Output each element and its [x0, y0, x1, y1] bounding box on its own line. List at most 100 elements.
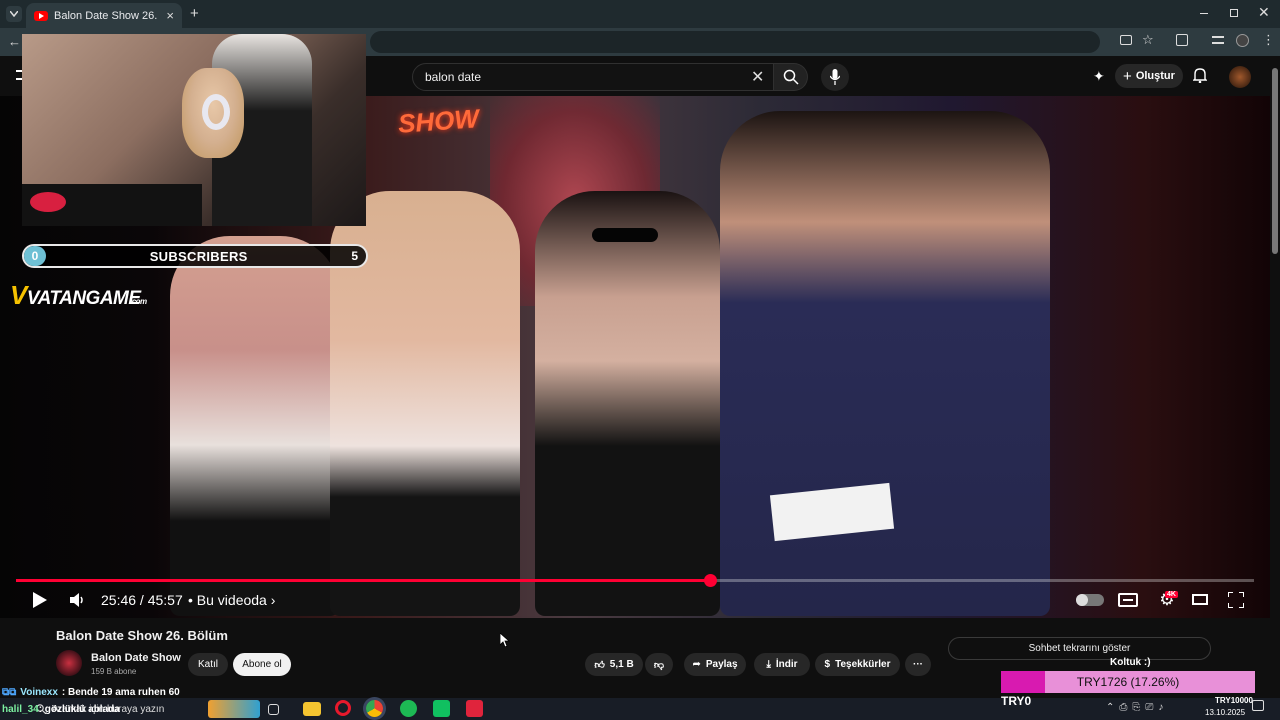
voice-search-button[interactable] — [821, 63, 849, 91]
microphone-icon — [830, 69, 840, 85]
channel-subscriber-count: 159 B abone — [91, 667, 137, 676]
progress-fill — [16, 579, 711, 582]
task-view-icon[interactable] — [268, 704, 279, 715]
dislike-button[interactable]: 👎︎ — [645, 653, 673, 676]
cast-icon[interactable] — [1120, 35, 1132, 45]
browser-menu-icon[interactable]: ⋮ — [1262, 32, 1275, 48]
play-icon — [33, 592, 47, 608]
chat-message: ⧉⧉ Voinexx : Bende 19 ama ruhen 60 — [2, 687, 180, 698]
thumbs-down-icon: 👎︎ — [653, 659, 665, 671]
file-explorer-icon[interactable] — [303, 702, 321, 716]
headphones — [202, 94, 230, 130]
theater-mode-button[interactable] — [1192, 594, 1208, 605]
spotify-icon[interactable] — [400, 700, 417, 717]
video-title: Balon Date Show 26. Bölüm — [56, 628, 228, 643]
chevron-down-icon — [10, 11, 18, 17]
thumbs-up-icon: 👍︎ — [594, 659, 605, 671]
share-button[interactable]: ➦ Paylaş — [684, 653, 746, 676]
discord-like-app-icon[interactable] — [433, 700, 450, 717]
subtitles-icon — [1123, 599, 1133, 601]
browser-tab-strip: Balon Date Show 26. Bölüm - YouTube × + … — [0, 0, 1280, 28]
fullscreen-icon — [1228, 592, 1244, 608]
tray-icons[interactable]: ⌃⎙⎘⎚♪ — [1106, 702, 1168, 713]
tab-close-button[interactable]: × — [166, 8, 174, 23]
browser-tab[interactable]: Balon Date Show 26. Bölüm - YouTube × — [26, 3, 182, 28]
minimize-button[interactable] — [1200, 13, 1208, 14]
download-icon: ⤓ — [766, 659, 771, 670]
mouse — [30, 192, 66, 212]
new-tab-button[interactable]: + — [190, 5, 199, 22]
fullscreen-button[interactable] — [1228, 592, 1244, 608]
subscribers-goal-bar: 0 SUBSCRIBERS 5 — [22, 244, 368, 268]
restore-button[interactable] — [1230, 9, 1238, 17]
goal-text: TRY1726 (17.26%) — [1076, 675, 1180, 689]
chrome-icon[interactable] — [366, 700, 383, 717]
create-button[interactable]: + Oluştur — [1115, 64, 1183, 88]
volume-button[interactable] — [68, 591, 88, 609]
bookmark-star-icon[interactable]: ☆ — [1142, 32, 1154, 48]
sunglasses — [592, 228, 658, 242]
scrollbar-thumb[interactable] — [1272, 68, 1278, 254]
notifications-bell-icon[interactable] — [1193, 67, 1207, 83]
vatangame-logo: VVATANGAME .com — [10, 280, 147, 310]
show-neon-sign: SHOW — [397, 103, 480, 139]
like-count: 5,1 B — [609, 659, 634, 670]
channel-avatar[interactable] — [56, 650, 82, 676]
media-control-icon[interactable] — [1212, 36, 1224, 44]
person-center-right — [535, 191, 720, 616]
search-icon — [783, 69, 799, 85]
profile-avatar[interactable] — [1236, 34, 1249, 47]
like-button[interactable]: 👍︎ 5,1 B — [585, 653, 643, 676]
plus-icon: + — [1123, 67, 1132, 85]
tab-list-button[interactable] — [6, 6, 22, 22]
taskbar-date: 13.10.2025 — [1205, 708, 1246, 717]
red-app-icon[interactable] — [466, 700, 483, 717]
more-actions-button[interactable]: ··· — [905, 653, 931, 676]
chat-badges-icon: ⧉⧉ — [2, 687, 17, 698]
opera-icon[interactable] — [335, 700, 351, 716]
notification-icon[interactable] — [1252, 700, 1264, 711]
window-close-button[interactable]: ✕ — [1258, 4, 1270, 21]
taskbar-widget-icon[interactable] — [208, 700, 260, 718]
omnibox[interactable] — [370, 31, 1100, 53]
search-box[interactable]: ✕ — [412, 63, 774, 91]
account-avatar[interactable] — [1229, 66, 1251, 88]
show-chat-replay-button[interactable]: Sohbet tekrarını göster — [948, 637, 1211, 660]
thanks-button[interactable]: $ Teşekkürler — [815, 653, 900, 676]
subtitles-button[interactable] — [1118, 593, 1138, 607]
streamer-webcam — [22, 34, 366, 226]
person-left — [170, 236, 340, 616]
mouse-cursor-icon — [500, 633, 510, 647]
create-label: Oluştur — [1135, 70, 1175, 82]
chapter-button[interactable]: • Bu videoda › — [188, 592, 275, 608]
play-button[interactable] — [30, 590, 50, 610]
extensions-icon[interactable] — [1176, 34, 1188, 46]
youtube-favicon-icon — [34, 10, 48, 21]
goal-title: Koltuk :) — [1110, 657, 1151, 668]
chat-message: halil_34: gözlüklü ablada — [2, 704, 120, 715]
back-button[interactable]: ← — [8, 34, 21, 49]
volume-icon — [70, 593, 83, 607]
subscribers-label: SUBSCRIBERS — [149, 248, 248, 264]
progress-scrubber[interactable] — [704, 574, 718, 587]
share-icon: ➦ — [692, 659, 701, 670]
pause-icon — [1076, 594, 1088, 606]
host-person — [720, 111, 1050, 616]
channel-name[interactable]: Balon Date Show — [91, 652, 181, 664]
search-input[interactable] — [425, 70, 745, 84]
download-button[interactable]: ⤓ İndir — [754, 653, 810, 676]
join-button[interactable]: Katıl — [188, 653, 228, 676]
taskbar-clock[interactable]: 13.10.2025 — [1205, 697, 1245, 718]
subscribe-button[interactable]: Abone ol — [233, 653, 291, 676]
tab-title: Balon Date Show 26. Bölüm - YouTube — [54, 9, 160, 22]
autoplay-toggle[interactable] — [1076, 594, 1104, 606]
search-button[interactable] — [774, 63, 808, 91]
thanks-icon: $ — [824, 659, 831, 670]
quality-badge: 4K — [1165, 591, 1178, 598]
premium-sparkle-icon[interactable]: ✦ — [1093, 68, 1105, 85]
subscribers-target: 5 — [351, 249, 358, 263]
subscribers-start: 0 — [24, 246, 46, 266]
time-display: 25:46 / 45:57 — [101, 592, 183, 608]
settings-button[interactable]: ⚙ 4K — [1155, 590, 1179, 610]
clear-search-icon[interactable]: ✕ — [751, 67, 764, 87]
